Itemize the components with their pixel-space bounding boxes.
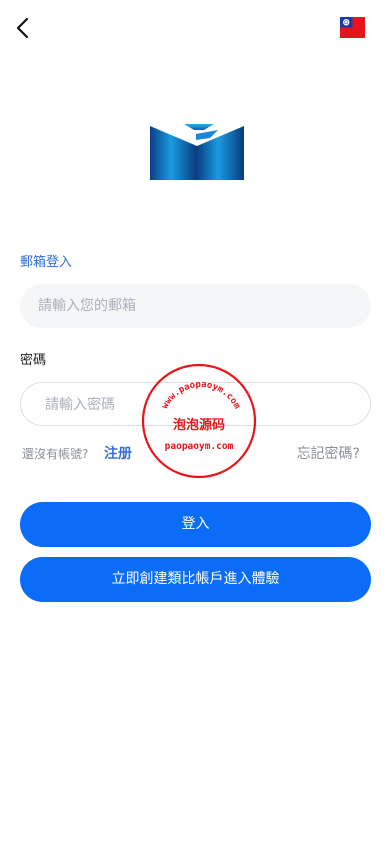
watermark-top-text: www.paopaoym.com	[160, 380, 242, 411]
email-placeholder: 請輸入您的郵箱	[38, 298, 136, 314]
password-label: 密碼	[20, 353, 47, 368]
brand-logo	[150, 124, 244, 180]
chevron-left-icon	[16, 17, 29, 39]
no-account-text: 還沒有帳號?	[22, 447, 89, 461]
watermark-stamp: www.paopaoym.com 泡泡源码 paopaoym.com	[141, 363, 257, 479]
taiwan-flag-icon	[340, 17, 365, 38]
register-link[interactable]: 注册	[104, 443, 132, 463]
back-button[interactable]	[12, 14, 36, 42]
forgot-password-link[interactable]: 忘記密碼?	[297, 443, 360, 463]
login-button[interactable]: 登入	[20, 502, 371, 547]
svg-text:www.paopaoym.com: www.paopaoym.com	[160, 380, 242, 411]
email-field[interactable]: 請輸入您的郵箱	[20, 284, 371, 328]
watermark-middle-text: 泡泡源码	[173, 417, 225, 433]
password-placeholder: 請輸入密碼	[45, 397, 115, 413]
email-label: 郵箱登入	[20, 255, 73, 270]
watermark-bottom-text: paopaoym.com	[165, 441, 234, 452]
language-flag-button[interactable]	[340, 17, 365, 38]
create-demo-account-button[interactable]: 立即創建類比帳戶進入體驗	[20, 557, 371, 602]
top-bar	[0, 0, 390, 56]
